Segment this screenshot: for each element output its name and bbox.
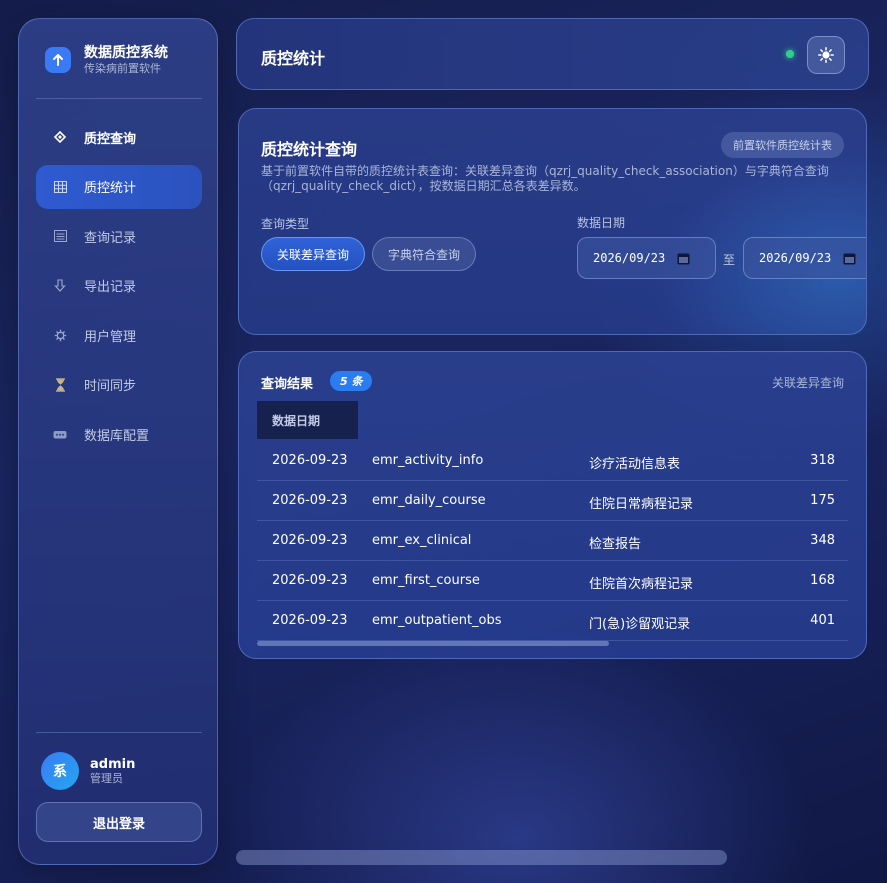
cell-date: 2026-09-23: [272, 493, 348, 508]
table-row[interactable]: 2026-09-23 emr_ex_clinical 检查报告 348: [257, 521, 848, 561]
cell-table-name: 住院首次病程记录: [589, 577, 694, 592]
sidebar-item-label: 质控统计: [84, 181, 137, 197]
header: 质控统计: [236, 18, 869, 90]
cell-table: emr_daily_course: [372, 493, 486, 508]
cell-table-name: 门(急)诊留观记录: [589, 617, 691, 632]
sidebar-item-label: 数据库配置: [84, 429, 150, 445]
date-from-value: 2026/09/23: [593, 251, 666, 265]
sidebar-item-export-records[interactable]: 导出记录: [36, 264, 202, 308]
cell-count: 348: [810, 533, 835, 548]
results-table: 2026-09-23 emr_activity_info 诊疗活动信息表 318…: [257, 441, 848, 641]
list-icon: [53, 229, 67, 243]
sidebar-item-query-records[interactable]: 查询记录: [36, 214, 202, 258]
user-name: admin: [90, 757, 136, 772]
download-icon: [53, 279, 67, 293]
table-header-date[interactable]: 数据日期: [257, 401, 358, 439]
date-separator: 至: [723, 253, 736, 267]
database-icon: [53, 428, 67, 442]
table-horizontal-scrollbar[interactable]: [257, 641, 848, 646]
sun-icon: [818, 47, 834, 63]
user-role: 管理员: [90, 772, 123, 785]
page-horizontal-scrollbar[interactable]: [236, 850, 727, 865]
sidebar-item-time-sync[interactable]: 时间同步: [36, 363, 202, 407]
cell-table: emr_outpatient_obs: [372, 613, 502, 628]
sidebar-item-database-config[interactable]: 数据库配置: [36, 413, 202, 457]
logout-button[interactable]: 退出登录: [36, 802, 202, 842]
cell-count: 175: [810, 493, 835, 508]
query-title: 质控统计查询: [261, 140, 358, 159]
cell-date: 2026-09-23: [272, 573, 348, 588]
sidebar-divider: [36, 732, 202, 733]
date-to-input[interactable]: 2026/09/23: [743, 237, 866, 279]
cell-count: 318: [810, 453, 835, 468]
app-title: 数据质控系统: [84, 45, 168, 61]
cell-table: emr_first_course: [372, 573, 480, 588]
cell-date: 2026-09-23: [272, 533, 348, 548]
table-row[interactable]: 2026-09-23 emr_first_course 住院首次病程记录 168: [257, 561, 848, 601]
query-type-association-button[interactable]: 关联差异查询: [261, 237, 365, 271]
sidebar-divider: [36, 98, 202, 99]
results-panel: 查询结果 5 条 关联差异查询 数据日期 2026-09-23 emr_acti…: [238, 351, 867, 659]
cell-count: 168: [810, 573, 835, 588]
date-from-input[interactable]: 2026/09/23: [577, 237, 716, 279]
table-row[interactable]: 2026-09-23 emr_outpatient_obs 门(急)诊留观记录 …: [257, 601, 848, 641]
sidebar-item-label: 质控查询: [84, 131, 137, 147]
results-title: 查询结果: [261, 377, 314, 392]
sidebar-nav: 质控查询 质控统计 查询记录 导出记录 用户管理 时间同步 数据库配置: [36, 115, 202, 462]
sidebar-item-quality-stats[interactable]: 质控统计: [36, 164, 202, 209]
sidebar-item-label: 导出记录: [84, 280, 137, 296]
cell-date: 2026-09-23: [272, 613, 348, 628]
brand: 数据质控系统 传染病前置软件: [45, 45, 168, 75]
sidebar-item-label: 时间同步: [84, 379, 137, 395]
user-profile: 系 admin 管理员: [41, 752, 135, 790]
query-panel: 质控统计查询 前置软件质控统计表 基于前置软件自带的质控统计表查询：关联差异查询…: [238, 108, 867, 335]
query-description: 基于前置软件自带的质控统计表查询：关联差异查询（qzrj_quality_che…: [261, 164, 829, 193]
gear-icon: [53, 328, 67, 342]
theme-toggle-button[interactable]: [807, 36, 845, 74]
query-type-label: 查询类型: [261, 217, 310, 231]
cell-table: emr_activity_info: [372, 453, 484, 468]
avatar: 系: [41, 752, 79, 790]
cell-table: emr_ex_clinical: [372, 533, 472, 548]
scrollbar-thumb[interactable]: [257, 641, 609, 646]
results-count-badge: 5 条: [330, 371, 373, 391]
results-query-type: 关联差异查询: [771, 376, 844, 390]
cell-table-name: 住院日常病程记录: [589, 497, 694, 512]
calendar-icon[interactable]: [677, 252, 690, 265]
cell-date: 2026-09-23: [272, 453, 348, 468]
date-to-value: 2026/09/23: [759, 251, 832, 265]
app-subtitle: 传染病前置软件: [84, 62, 161, 75]
hourglass-icon: [53, 378, 67, 392]
date-label: 数据日期: [577, 216, 626, 230]
sidebar: 数据质控系统 传染病前置软件 质控查询 质控统计 查询记录 导出记录 用户管理 …: [18, 18, 218, 865]
sidebar-item-label: 用户管理: [84, 329, 137, 345]
query-tag: 前置软件质控统计表: [721, 132, 844, 158]
page-title: 质控统计: [261, 49, 326, 68]
sidebar-item-quality-query[interactable]: 质控查询: [36, 115, 202, 159]
diamond-icon: [53, 130, 67, 144]
status-indicator: [786, 50, 794, 58]
grid-icon: [53, 180, 67, 194]
table-row[interactable]: 2026-09-23 emr_activity_info 诊疗活动信息表 318: [257, 441, 848, 481]
cell-table-name: 诊疗活动信息表: [589, 457, 681, 472]
sidebar-item-label: 查询记录: [84, 230, 137, 246]
cell-count: 401: [810, 613, 835, 628]
sidebar-item-user-management[interactable]: 用户管理: [36, 313, 202, 357]
query-type-dict-button[interactable]: 字典符合查询: [372, 237, 476, 271]
calendar-icon[interactable]: [843, 252, 856, 265]
arrow-up-icon: [45, 47, 71, 73]
table-row[interactable]: 2026-09-23 emr_daily_course 住院日常病程记录 175: [257, 481, 848, 521]
cell-table-name: 检查报告: [589, 537, 642, 552]
